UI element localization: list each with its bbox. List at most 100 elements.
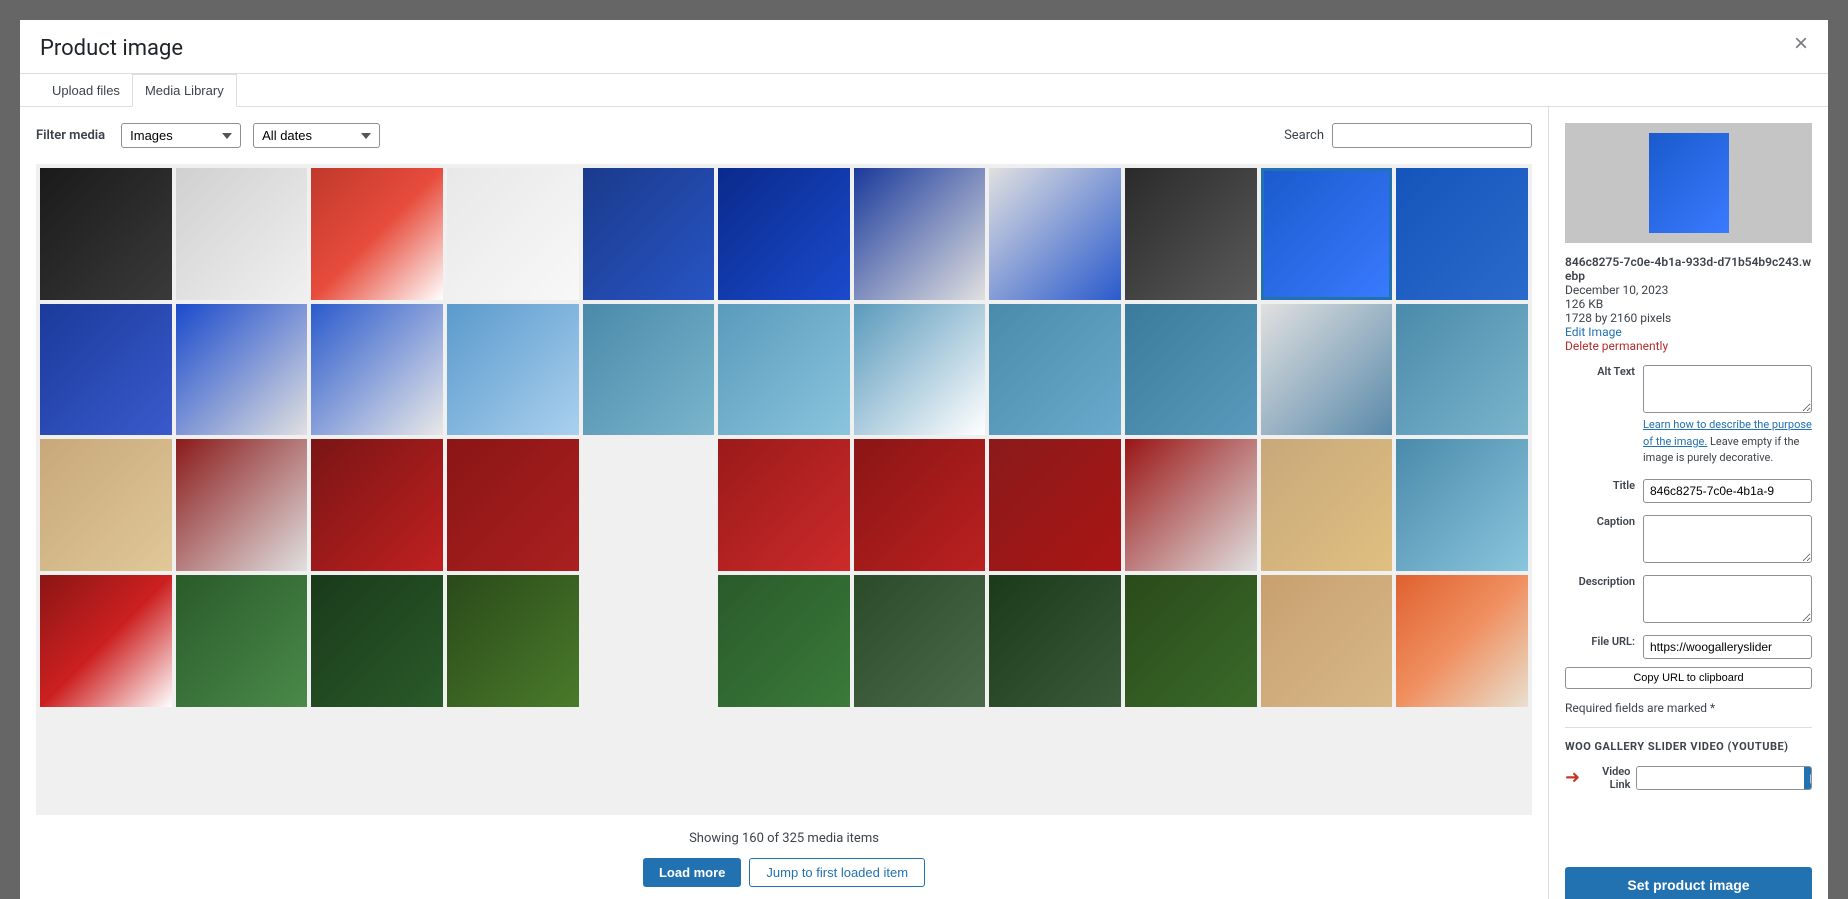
close-button[interactable]: × [1790, 32, 1812, 56]
alt-text-help: Learn how to describe the purpose of the… [1643, 417, 1812, 467]
modal-header: Product image × [20, 20, 1828, 74]
load-more-button[interactable]: Load more [643, 858, 741, 887]
media-grid [36, 164, 1532, 711]
alt-text-label: Alt Text [1565, 365, 1635, 378]
media-item[interactable] [718, 575, 850, 707]
media-item[interactable] [1261, 304, 1393, 436]
video-play-icon: ▶ [1804, 767, 1812, 789]
product-image-modal: Product image × Upload files Media Libra… [20, 20, 1828, 899]
image-preview [1565, 123, 1812, 243]
media-item[interactable] [583, 439, 715, 571]
media-item[interactable] [854, 439, 986, 571]
media-item[interactable] [1396, 575, 1528, 707]
modal-body: Filter media Images Audio Video All date… [20, 107, 1828, 899]
alt-text-input[interactable] [1643, 365, 1812, 413]
filter-type-select[interactable]: Images Audio Video [121, 123, 241, 148]
file-url-label: File URL: [1565, 635, 1635, 648]
file-url-row: File URL: [1565, 635, 1812, 659]
delete-link[interactable]: Delete permanently [1565, 339, 1812, 353]
media-item[interactable] [1396, 304, 1528, 436]
media-item[interactable] [447, 439, 579, 571]
media-item[interactable] [176, 304, 308, 436]
media-count: Showing 160 of 325 media items [52, 831, 1516, 846]
alt-text-right: Learn how to describe the purpose of the… [1643, 365, 1812, 467]
media-item[interactable] [718, 304, 850, 436]
tab-upload[interactable]: Upload files [40, 74, 132, 106]
media-item[interactable] [40, 304, 172, 436]
video-link-input[interactable] [1637, 767, 1804, 789]
set-product-image-button[interactable]: Set product image [1565, 867, 1812, 899]
sidebar: 846c8275-7c0e-4b1a-933d-d71b54b9c243.web… [1548, 107, 1828, 899]
search-input[interactable] [1332, 123, 1532, 148]
media-grid-container[interactable] [36, 164, 1532, 815]
file-url-group: File URL: Copy URL to clipboard [1565, 635, 1812, 689]
media-item[interactable] [854, 575, 986, 707]
modal-title: Product image [40, 36, 183, 73]
media-item[interactable] [311, 168, 443, 300]
media-item[interactable] [1261, 168, 1393, 300]
title-input[interactable] [1643, 479, 1812, 503]
required-note: Required fields are marked * [1565, 701, 1812, 715]
jump-first-button[interactable]: Jump to first loaded item [749, 858, 925, 887]
tab-media-library[interactable]: Media Library [132, 74, 237, 107]
file-url-input[interactable] [1643, 635, 1812, 659]
title-group: Title [1565, 479, 1812, 503]
file-date: December 10, 2023 [1565, 283, 1812, 297]
caption-group: Caption [1565, 515, 1812, 563]
file-size: 126 KB [1565, 297, 1812, 311]
media-item[interactable] [447, 304, 579, 436]
media-area: Filter media Images Audio Video All date… [20, 107, 1548, 899]
filter-date-select[interactable]: All dates December 2023 November 2023 [253, 123, 380, 148]
media-item[interactable] [718, 439, 850, 571]
media-item[interactable] [1396, 439, 1528, 571]
media-item[interactable] [989, 439, 1121, 571]
media-item[interactable] [1261, 575, 1393, 707]
media-item[interactable] [1261, 439, 1393, 571]
caption-label: Caption [1565, 515, 1635, 528]
media-item[interactable] [40, 575, 172, 707]
media-item[interactable] [854, 304, 986, 436]
media-item[interactable] [176, 168, 308, 300]
title-label: Title [1565, 479, 1635, 492]
media-item[interactable] [989, 168, 1121, 300]
media-footer: Showing 160 of 325 media items Load more… [36, 815, 1532, 899]
description-input[interactable] [1643, 575, 1812, 623]
media-item[interactable] [176, 575, 308, 707]
media-item[interactable] [989, 304, 1121, 436]
edit-image-link[interactable]: Edit Image [1565, 325, 1812, 339]
media-item[interactable] [176, 439, 308, 571]
filter-row: Filter media Images Audio Video All date… [36, 123, 1532, 148]
media-item[interactable] [447, 168, 579, 300]
media-item[interactable] [447, 575, 579, 707]
media-item[interactable] [311, 439, 443, 571]
media-item[interactable] [583, 168, 715, 300]
file-name: 846c8275-7c0e-4b1a-933d-d71b54b9c243.web… [1565, 255, 1812, 283]
footer-buttons: Load more Jump to first loaded item [52, 858, 1516, 887]
media-item[interactable] [583, 575, 715, 707]
copy-url-button[interactable]: Copy URL to clipboard [1565, 667, 1812, 689]
description-group: Description [1565, 575, 1812, 623]
media-item[interactable] [583, 304, 715, 436]
search-label: Search [1284, 128, 1324, 143]
video-section-title: WOO GALLERY SLIDER VIDEO (YOUTUBE) [1565, 727, 1812, 753]
search-area: Search [1284, 123, 1532, 148]
caption-input[interactable] [1643, 515, 1812, 563]
media-item[interactable] [989, 575, 1121, 707]
media-item[interactable] [40, 168, 172, 300]
description-label: Description [1565, 575, 1635, 588]
file-info: 846c8275-7c0e-4b1a-933d-d71b54b9c243.web… [1565, 255, 1812, 353]
video-link-input-wrap: ▶ [1636, 766, 1812, 790]
sidebar-bottom: Set product image [1565, 855, 1812, 899]
media-item[interactable] [311, 304, 443, 436]
media-item[interactable] [311, 575, 443, 707]
media-item[interactable] [718, 168, 850, 300]
media-item[interactable] [40, 439, 172, 571]
video-link-group: ➜ Video Link ▶ [1565, 765, 1812, 791]
media-item[interactable] [1125, 575, 1257, 707]
media-item[interactable] [1125, 168, 1257, 300]
alt-text-group: Alt Text Learn how to describe the purpo… [1565, 365, 1812, 467]
media-item[interactable] [1125, 304, 1257, 436]
media-item[interactable] [854, 168, 986, 300]
media-item[interactable] [1396, 168, 1528, 300]
media-item[interactable] [1125, 439, 1257, 571]
